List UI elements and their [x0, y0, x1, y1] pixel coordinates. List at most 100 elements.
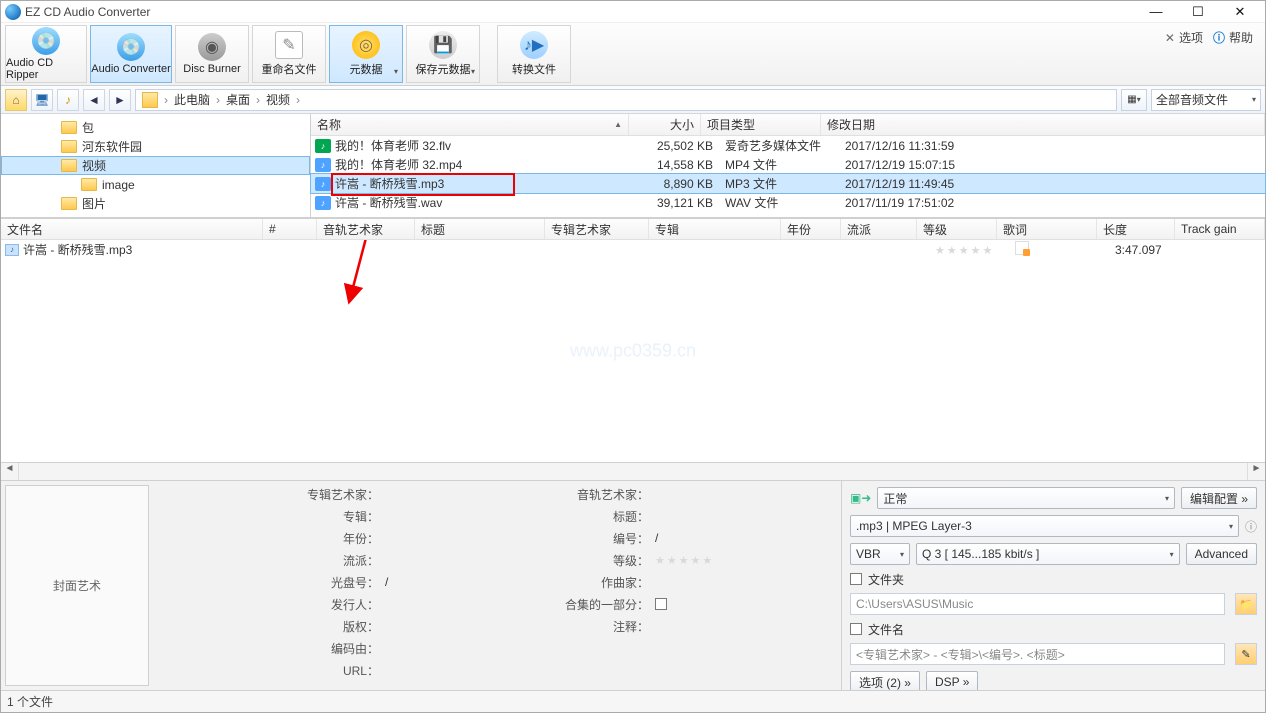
tree-item-bao[interactable]: 包: [1, 118, 310, 137]
file-name: 我的！体育老师 32.flv: [335, 137, 647, 154]
file-type-icon: ♪: [315, 196, 331, 210]
file-date: 2017/12/19 11:49:45: [839, 177, 1265, 191]
qcol-trackartist[interactable]: 音轨艺术家: [317, 219, 415, 239]
window-title: EZ CD Audio Converter: [25, 5, 1135, 19]
file-row[interactable]: ♪ 许嵩 - 断桥残雪.wav 39,121 KB WAV 文件 2017/11…: [311, 193, 1265, 212]
lbl-partof: 合集的一部分：: [565, 595, 649, 613]
close-button[interactable]: ✕: [1219, 1, 1261, 23]
help-icon: ⓘ: [1213, 29, 1225, 46]
qcol-trackgain[interactable]: Track gain: [1175, 219, 1265, 239]
nav-forward-button[interactable]: ►: [109, 89, 131, 111]
file-list-header[interactable]: 名称▲ 大小 项目类型 修改日期: [311, 114, 1265, 136]
horizontal-scrollbar[interactable]: ◄►: [1, 462, 1265, 480]
qcol-album[interactable]: 专辑: [649, 219, 781, 239]
queue-filename: 许嵩 - 断桥残雪.mp3: [23, 241, 281, 258]
val-discnum[interactable]: /: [385, 573, 505, 591]
maximize-button[interactable]: ☐: [1177, 1, 1219, 23]
file-size: 8,890 KB: [647, 177, 719, 191]
tree-item-image[interactable]: image: [1, 175, 310, 194]
file-date: 2017/11/19 17:51:02: [839, 196, 1265, 210]
music-button[interactable]: ♪: [57, 89, 79, 111]
breadcrumb-desktop[interactable]: 桌面: [226, 91, 250, 108]
breadcrumb[interactable]: › 此电脑› 桌面› 视频›: [135, 89, 1117, 111]
lyrics-edit-icon[interactable]: [1015, 241, 1029, 255]
val-rating[interactable]: ★★★★★: [655, 551, 835, 569]
qcol-year[interactable]: 年份: [781, 219, 841, 239]
folder-checkbox[interactable]: [850, 573, 862, 585]
quality-select[interactable]: Q 3 [ 145...185 kbit/s ]▾: [916, 543, 1180, 565]
help-link[interactable]: ⓘ帮助: [1213, 29, 1253, 46]
queue-row[interactable]: ♪ 许嵩 - 断桥残雪.mp3 ★★★★★ 3:47.097: [1, 240, 1265, 259]
home-button[interactable]: ⌂: [5, 89, 27, 111]
main-toolbar: 💿Audio CD Ripper 💿Audio Converter ◉Disc …: [1, 23, 1265, 86]
metadata-button[interactable]: ◎元数据▾: [329, 25, 403, 83]
format-select[interactable]: .mp3 | MPEG Layer-3▾: [850, 515, 1239, 537]
queue-body[interactable]: ♪ 许嵩 - 断桥残雪.mp3 ★★★★★ 3:47.097 www.pc035…: [1, 240, 1265, 462]
breadcrumb-pc[interactable]: 此电脑: [174, 91, 210, 108]
queue-header[interactable]: 文件名 # 音轨艺术家 标题 专辑艺术家 专辑 年份 流派 等级 歌词 长度 T…: [1, 218, 1265, 240]
lbl-tracknum: 编号：: [613, 529, 649, 547]
status-bar: 1 个文件: [1, 690, 1265, 712]
disc-burner-button[interactable]: ◉Disc Burner: [175, 25, 249, 83]
queue-length: 3:47.097: [1115, 243, 1193, 257]
album-art-box[interactable]: 封面艺术: [5, 485, 149, 686]
info-icon[interactable]: ⓘ: [1245, 518, 1257, 535]
output-folder-field[interactable]: C:\Users\ASUS\Music: [850, 593, 1225, 615]
compilation-checkbox[interactable]: [655, 598, 667, 610]
val-partof[interactable]: [655, 595, 835, 613]
col-type[interactable]: 项目类型: [701, 114, 821, 135]
annotation-arrow-icon: [331, 240, 391, 310]
file-row[interactable]: ♪ 我的！体育老师 32.flv 25,502 KB 爱奇艺多媒体文件 2017…: [311, 136, 1265, 155]
profile-select[interactable]: 正常▾: [877, 487, 1175, 509]
mode-select[interactable]: VBR▾: [850, 543, 910, 565]
qcol-filename[interactable]: 文件名: [1, 219, 263, 239]
file-row[interactable]: ♪ 许嵩 - 断桥残雪.mp3 8,890 KB MP3 文件 2017/12/…: [311, 174, 1265, 193]
output-filename-field[interactable]: <专辑艺术家> - <专辑>\<编号>. <标题>: [850, 643, 1225, 665]
save-metadata-button[interactable]: 💾保存元数据▾: [406, 25, 480, 83]
ripper-label: Audio CD Ripper: [6, 57, 86, 81]
breadcrumb-video[interactable]: 视频: [266, 91, 290, 108]
qcol-length[interactable]: 长度: [1097, 219, 1175, 239]
lbl-url: URL：: [343, 661, 379, 679]
title-bar: EZ CD Audio Converter — ☐ ✕: [1, 1, 1265, 23]
audio-cd-ripper-button[interactable]: 💿Audio CD Ripper: [5, 25, 87, 83]
edit-config-button[interactable]: 编辑配置 »: [1181, 487, 1257, 509]
qcol-rating[interactable]: 等级: [917, 219, 997, 239]
tree-item-pic[interactable]: 图片: [1, 194, 310, 213]
col-date[interactable]: 修改日期: [821, 114, 1265, 135]
file-type: MP4 文件: [719, 156, 839, 173]
advanced-button[interactable]: Advanced: [1186, 543, 1257, 565]
tree-item-video[interactable]: 视频: [1, 156, 310, 175]
rating-stars[interactable]: ★★★★★: [935, 243, 1015, 257]
qcol-lyrics[interactable]: 歌词: [997, 219, 1097, 239]
computer-button[interactable]: 🖥: [31, 89, 53, 111]
file-filter-select[interactable]: 全部音频文件▾: [1151, 89, 1261, 111]
rename-files-button[interactable]: ✎重命名文件: [252, 25, 326, 83]
file-row[interactable]: ♪ 我的！体育老师 32.mp4 14,558 KB MP4 文件 2017/1…: [311, 155, 1265, 174]
file-name: 我的！体育老师 32.mp4: [335, 156, 647, 173]
lbl-comment: 注释：: [613, 617, 649, 635]
rename-label: 重命名文件: [262, 61, 317, 77]
filename-checkbox[interactable]: [850, 623, 862, 635]
val-tracknum[interactable]: /: [655, 529, 835, 547]
qcol-genre[interactable]: 流派: [841, 219, 917, 239]
profile-icon: ▣➜: [850, 491, 871, 505]
qcol-title[interactable]: 标题: [415, 219, 545, 239]
folder-tree[interactable]: 包 河东软件园 视频 image 图片: [1, 114, 311, 217]
watermark-text: www.pc0359.cn: [570, 341, 696, 362]
view-select-button[interactable]: ▦ ▾: [1121, 89, 1147, 111]
minimize-button[interactable]: —: [1135, 1, 1177, 23]
col-name[interactable]: 名称▲: [311, 114, 629, 135]
audio-converter-button[interactable]: 💿Audio Converter: [90, 25, 172, 83]
col-size[interactable]: 大小: [629, 114, 701, 135]
browse-folder-button[interactable]: 📁: [1235, 593, 1257, 615]
qcol-num[interactable]: #: [263, 219, 317, 239]
nav-back-button[interactable]: ◄: [83, 89, 105, 111]
qcol-albumartist[interactable]: 专辑艺术家: [545, 219, 649, 239]
tree-item-hedong[interactable]: 河东软件园: [1, 137, 310, 156]
options-link[interactable]: ✕选项: [1165, 29, 1203, 46]
convert-files-button[interactable]: ♪▶转换文件: [497, 25, 571, 83]
file-name: 许嵩 - 断桥残雪.wav: [335, 194, 647, 211]
gear-icon: ✕: [1165, 31, 1175, 45]
filename-template-button[interactable]: ✎: [1235, 643, 1257, 665]
